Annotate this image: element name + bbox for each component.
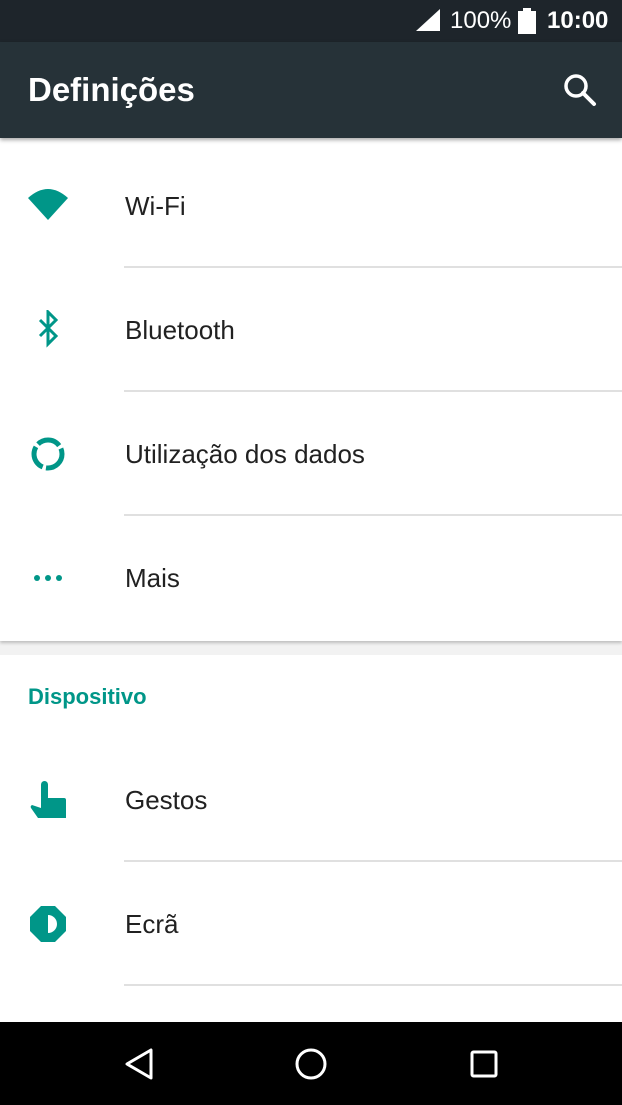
settings-item-label: Ecrã <box>125 909 179 939</box>
home-icon <box>295 1048 327 1080</box>
bluetooth-icon <box>38 310 59 348</box>
settings-item-label: Mais <box>125 563 180 593</box>
gesture-hand-icon <box>30 781 67 818</box>
battery-percent: 100% <box>450 7 512 34</box>
back-icon <box>125 1048 153 1080</box>
settings-item-wifi[interactable]: Wi-Fi <box>0 144 622 268</box>
settings-item-label: Wi-Fi <box>125 191 186 221</box>
settings-item-data-usage[interactable]: Utilização dos dados <box>0 392 622 516</box>
settings-item-more[interactable]: Mais <box>0 516 622 640</box>
divider <box>124 984 622 986</box>
search-icon <box>564 74 596 106</box>
battery-icon <box>518 8 536 34</box>
navigation-bar <box>0 1022 622 1105</box>
signal-icon <box>416 9 440 31</box>
device-card: Dispositivo Gestos Ecrã <box>0 655 622 1022</box>
page-title: Definições <box>28 71 195 108</box>
settings-item-label: Utilização dos dados <box>125 439 365 469</box>
settings-item-display[interactable]: Ecrã <box>0 862 622 986</box>
home-button[interactable] <box>291 1044 331 1084</box>
more-icon <box>34 575 62 581</box>
display-brightness-icon <box>30 906 66 942</box>
app-bar: Definições <box>0 42 622 138</box>
settings-item-label: Bluetooth <box>125 315 235 345</box>
data-usage-icon <box>31 437 65 471</box>
settings-item-bluetooth[interactable]: Bluetooth <box>0 268 622 392</box>
settings-item-gestures[interactable]: Gestos <box>0 738 622 862</box>
search-button[interactable] <box>560 70 600 110</box>
status-bar: 100% 10:00 <box>0 0 622 42</box>
settings-item-label: Gestos <box>125 785 208 815</box>
wireless-networks-card: Wi-Fi Bluetooth Utilização dos dados Mai… <box>0 138 622 641</box>
status-clock: 10:00 <box>547 7 609 34</box>
back-button[interactable] <box>120 1044 160 1084</box>
wifi-icon <box>28 189 68 220</box>
section-header: Dispositivo <box>28 684 147 709</box>
recents-icon <box>470 1050 498 1078</box>
recents-button[interactable] <box>464 1044 504 1084</box>
